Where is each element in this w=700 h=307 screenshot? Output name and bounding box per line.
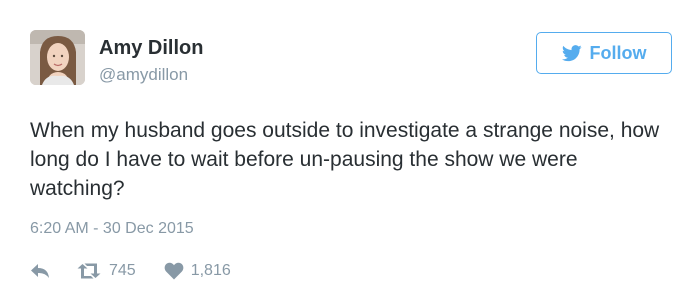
follow-button[interactable]: Follow: [536, 32, 672, 74]
tweet-text: When my husband goes outside to investig…: [30, 119, 660, 200]
follow-label: Follow: [589, 42, 647, 63]
retweet-icon: [76, 263, 102, 279]
tweet-actions: 745 1,816: [30, 258, 231, 284]
reply-button[interactable]: [30, 263, 50, 279]
tweet-card: Amy Dillon @amydillon Follow When my hus…: [0, 0, 700, 307]
retweet-count: 745: [109, 262, 136, 279]
like-count: 1,816: [190, 262, 231, 279]
heart-icon: [164, 262, 184, 280]
like-button[interactable]: 1,816: [164, 261, 231, 281]
avatar[interactable]: [30, 30, 85, 85]
display-name[interactable]: Amy Dillon: [99, 36, 203, 60]
reply-icon: [30, 263, 50, 279]
avatar-image: [30, 30, 85, 85]
user-info: Amy Dillon @amydillon: [99, 36, 203, 86]
twitter-bird-icon: [561, 44, 582, 62]
timestamp[interactable]: 6:20 AM - 30 Dec 2015: [30, 219, 194, 239]
retweet-button[interactable]: 745: [76, 261, 136, 281]
handle[interactable]: @amydillon: [99, 64, 203, 86]
